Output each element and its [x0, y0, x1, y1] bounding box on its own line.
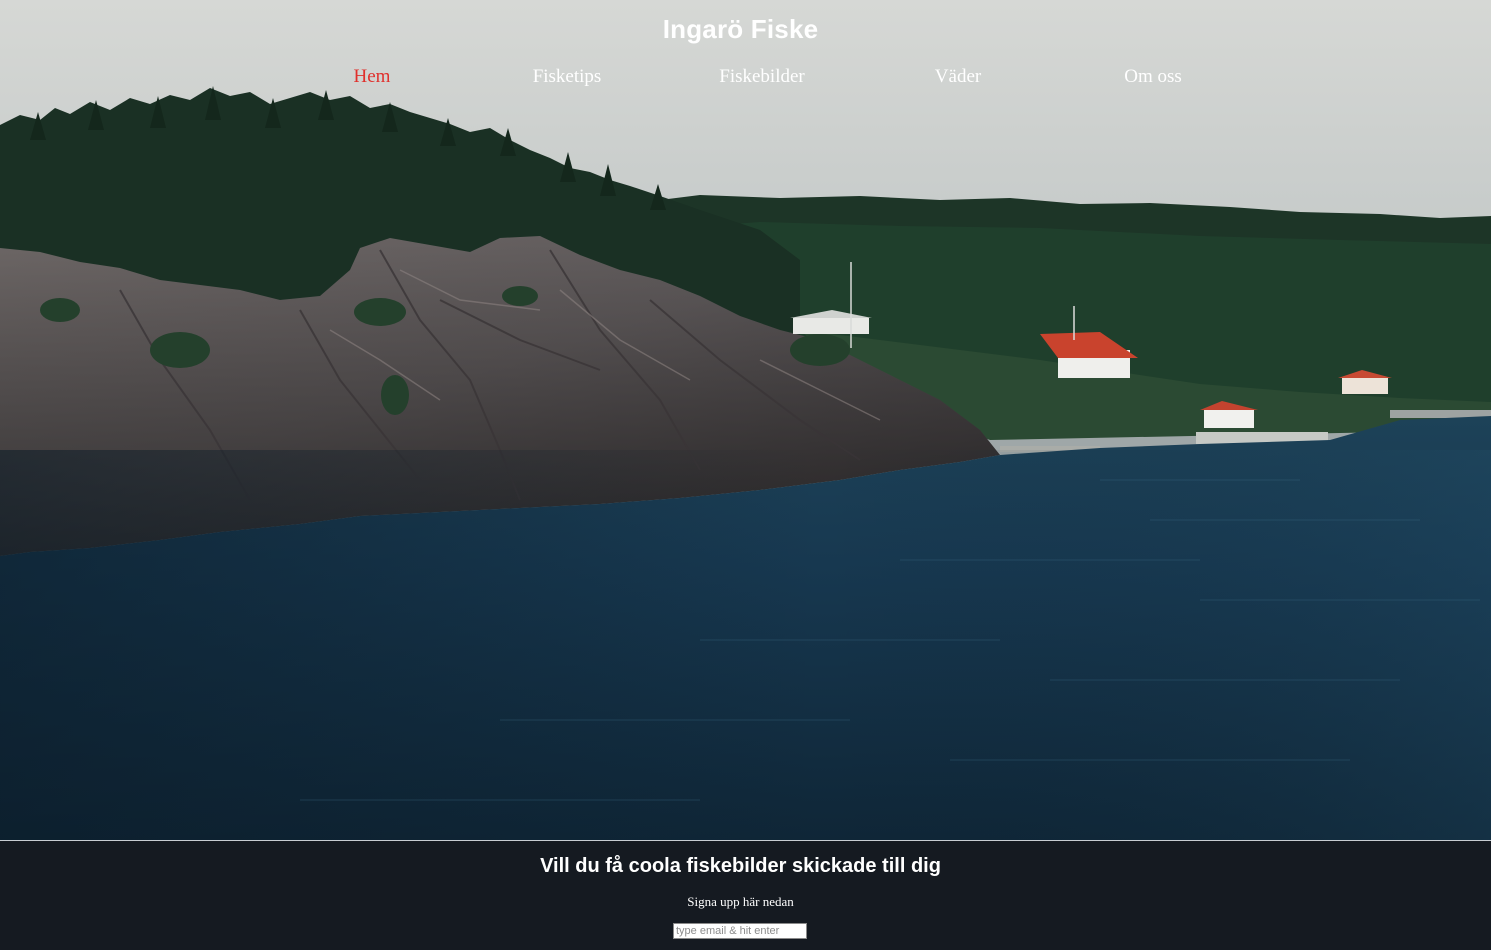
hero-section: Ingarö Fiske Hem Fisketips Fiskebilder V…	[0, 0, 1491, 840]
site-title: Ingarö Fiske	[662, 14, 819, 44]
nav-item-hem[interactable]: Hem	[354, 66, 391, 88]
hero-landscape-image	[0, 0, 1491, 840]
signup-subtitle: Signa upp här nedan	[687, 894, 794, 909]
nav-item-om-oss[interactable]: Om oss	[1124, 66, 1182, 88]
main-nav: Hem Fisketips Fiskebilder Väder Om oss	[0, 66, 1491, 94]
nav-item-vader[interactable]: Väder	[935, 66, 981, 88]
signup-title: Vill du få coola fiskebilder skickade ti…	[540, 855, 941, 877]
nav-item-fiskebilder[interactable]: Fiskebilder	[719, 66, 805, 88]
nav-item-fisketips[interactable]: Fisketips	[533, 66, 602, 88]
email-input[interactable]	[673, 923, 807, 939]
signup-section: Vill du få coola fiskebilder skickade ti…	[0, 841, 1491, 950]
